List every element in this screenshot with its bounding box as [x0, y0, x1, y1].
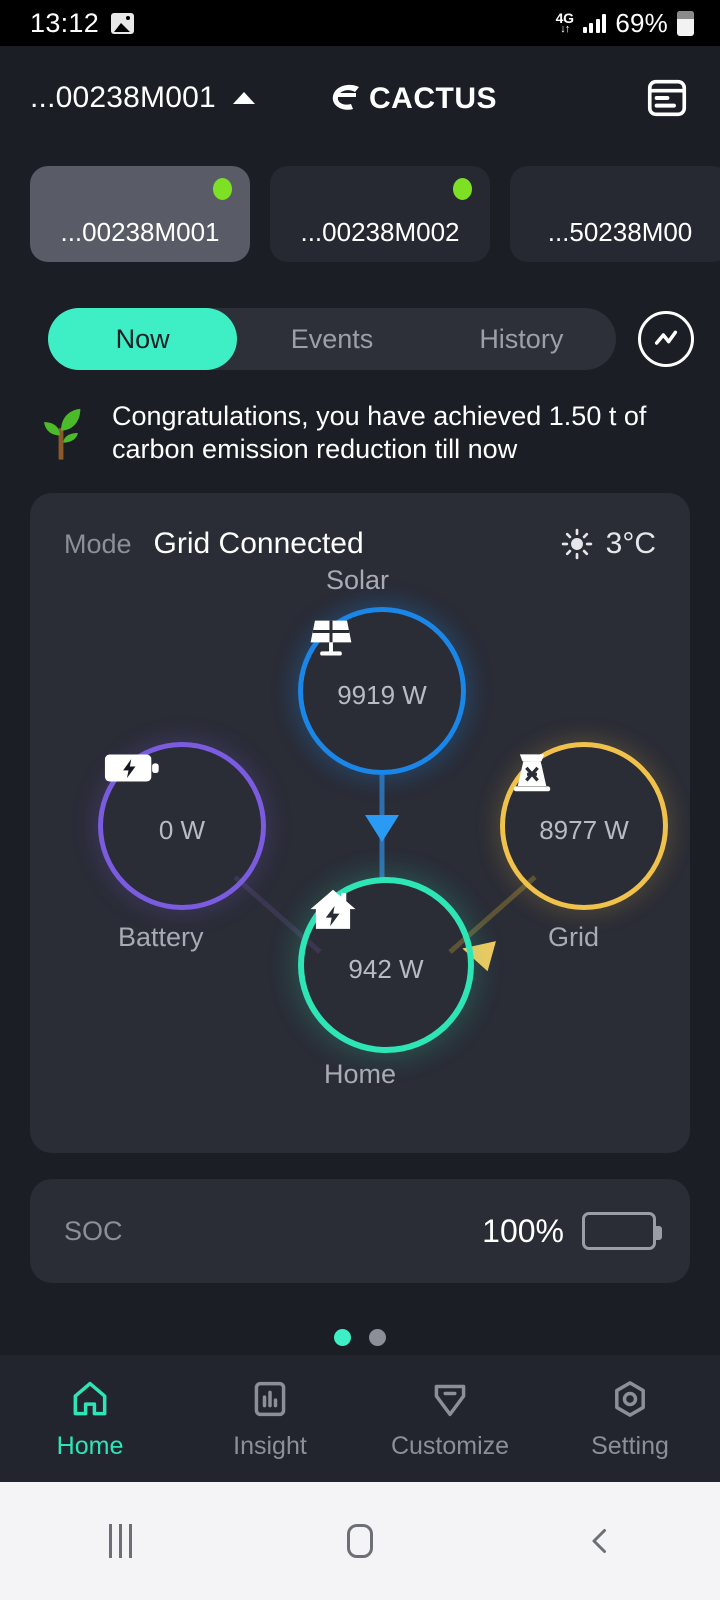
chart-button[interactable]	[638, 311, 694, 367]
page-indicator[interactable]	[0, 1329, 720, 1346]
device-chip-label: ...50238M00	[547, 217, 693, 247]
home-square-icon	[347, 1524, 373, 1558]
weather-readout: 3°C	[560, 527, 656, 561]
node-label-home: Home	[324, 1059, 397, 1089]
soc-card: SOC 100%	[30, 1179, 690, 1283]
home-button[interactable]	[240, 1524, 480, 1558]
nav-label-home: Home	[56, 1431, 124, 1460]
temperature-value: 3°C	[605, 527, 656, 560]
soc-value: 100%	[482, 1212, 564, 1249]
node-label-battery: Battery	[118, 922, 204, 952]
node-solar[interactable]: 9919 W	[298, 607, 466, 775]
mode-label: Mode	[64, 528, 132, 559]
node-battery[interactable]: 0 W	[98, 742, 266, 910]
status-bar-right: 4G ↓↑ 69%	[556, 8, 694, 39]
device-selector-label: ...00238M001	[30, 81, 216, 114]
nav-label-customize: Customize	[390, 1431, 510, 1460]
segmented-tabs[interactable]: Now Events History	[48, 308, 616, 370]
device-chip-0[interactable]: ...00238M001	[30, 166, 250, 262]
app-header: ...00238M001 CACTUS	[0, 46, 720, 150]
status-bar-clock: 13:12	[30, 7, 100, 38]
shield-minus-icon	[434, 1384, 466, 1416]
energy-flow-card: Mode Grid Connected 3°C 9919 W 0 W 8977 …	[30, 493, 690, 1153]
solar-value: 9919 W	[337, 680, 427, 710]
system-navigation-bar	[0, 1482, 720, 1600]
recents-button[interactable]	[0, 1524, 240, 1558]
recents-icon	[108, 1524, 132, 1558]
plant-icon	[32, 400, 90, 467]
node-home[interactable]: 942 W	[298, 877, 474, 1053]
tab-row: Now Events History	[0, 262, 720, 370]
device-chip-1[interactable]: ...00238M002	[270, 166, 490, 262]
grid-value: 8977 W	[539, 815, 629, 845]
signal-bars-icon	[582, 13, 607, 33]
chart-line-icon	[654, 330, 678, 345]
device-chip-label: ...00238M002	[300, 217, 460, 247]
page-dot-1[interactable]	[369, 1329, 386, 1346]
nav-item-home[interactable]: Home	[0, 1377, 180, 1461]
node-grid[interactable]: 8977 W	[500, 742, 668, 910]
energy-flow-diagram: 9919 W 0 W 8977 W 942 W Solar Battery Gr…	[30, 565, 690, 1137]
home-icon	[73, 1381, 107, 1415]
battery-value: 0 W	[158, 815, 206, 845]
network-arrows-icon: ↓↑	[560, 23, 570, 35]
online-status-dot	[453, 178, 472, 200]
network-type-icon: 4G ↓↑	[556, 11, 574, 35]
device-chip-label: ...00238M001	[60, 217, 220, 247]
page-dot-0[interactable]	[334, 1329, 351, 1346]
carbon-banner: Congratulations, you have achieved 1.50 …	[0, 370, 720, 467]
brand-logo: CACTUS	[221, 78, 640, 118]
online-status-dot	[213, 178, 232, 200]
tab-now[interactable]: Now	[48, 308, 238, 370]
mode-row: Mode Grid Connected 3°C	[30, 493, 690, 561]
report-button[interactable]	[640, 71, 694, 125]
device-chip-2[interactable]: ...50238M00	[510, 166, 720, 262]
back-button[interactable]	[480, 1523, 720, 1559]
node-label-solar: Solar	[326, 565, 390, 595]
nav-item-insight[interactable]: Insight	[180, 1377, 360, 1461]
device-chip-list[interactable]: ...00238M001 ...00238M002 ...50238M00	[0, 150, 720, 262]
photo-icon	[111, 12, 135, 34]
status-bar: 13:12 4G ↓↑ 69%	[0, 0, 720, 46]
nav-label-setting: Setting	[591, 1431, 669, 1460]
home-value: 942 W	[348, 954, 424, 984]
battery-icon	[677, 10, 694, 36]
tab-events[interactable]: Events	[237, 308, 426, 370]
battery-percent-label: 69%	[615, 7, 668, 38]
bar-chart-icon	[254, 1381, 286, 1416]
sun-icon	[561, 528, 592, 560]
carbon-message: Congratulations, you have achieved 1.50 …	[112, 401, 647, 464]
soc-label: SOC	[64, 1215, 123, 1246]
nav-item-setting[interactable]: Setting	[540, 1377, 720, 1461]
bottom-navigation: Home Insight Customize Setting	[0, 1355, 720, 1482]
nav-item-customize[interactable]: Customize	[360, 1377, 540, 1461]
gear-hex-icon	[615, 1380, 645, 1417]
node-label-grid: Grid	[548, 922, 600, 952]
nav-label-insight: Insight	[233, 1431, 307, 1460]
svg-text:CACTUS: CACTUS	[369, 82, 497, 115]
back-chevron-icon	[592, 1529, 606, 1553]
soc-readout: 100%	[482, 1212, 662, 1250]
battery-full-icon	[582, 1212, 662, 1250]
status-bar-left: 13:12	[30, 7, 135, 39]
tab-history[interactable]: History	[427, 308, 616, 370]
app-screen: 13:12 4G ↓↑ 69% ...00238M001 CACTUS ...0…	[0, 0, 720, 1600]
report-icon	[647, 79, 687, 117]
mode-value: Grid Connected	[153, 527, 364, 560]
